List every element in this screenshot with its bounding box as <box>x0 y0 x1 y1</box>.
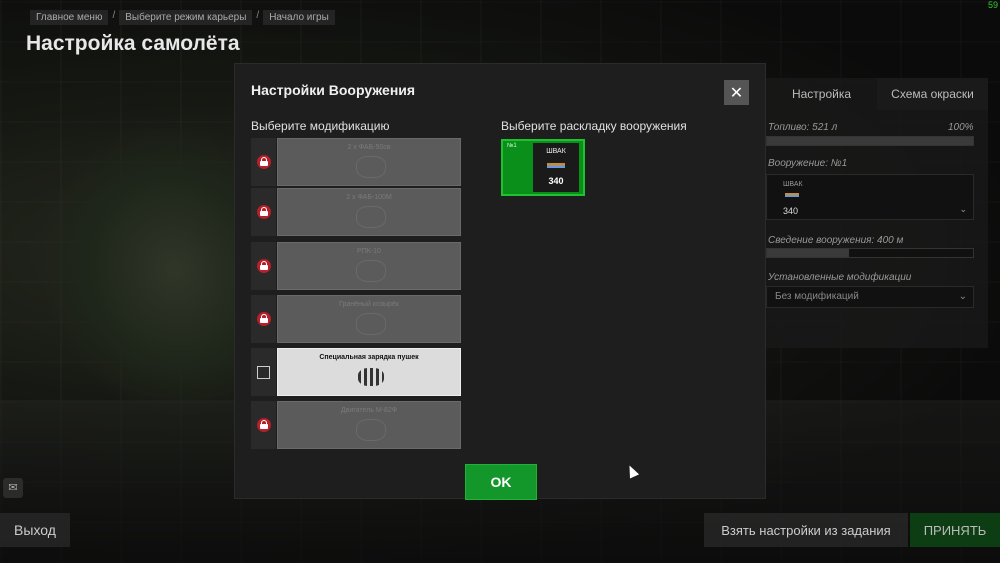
modification-card[interactable]: 2 х ФАБ-50св <box>277 138 461 186</box>
radio-compass-icon <box>356 260 386 282</box>
fuel-label: Топливо: 521 л <box>768 122 838 133</box>
accept-button[interactable]: ПРИНЯТЬ <box>910 513 1000 547</box>
lock-cell <box>251 188 276 236</box>
modification-item[interactable]: Специальная зарядка пушек <box>251 348 461 396</box>
modification-name: РПК-10 <box>357 248 381 255</box>
exit-button[interactable]: Выход <box>0 513 70 547</box>
lock-cell <box>251 401 276 449</box>
tab-settings[interactable]: Настройка <box>766 78 877 110</box>
ammo-belt-icon <box>785 193 799 197</box>
loadout-heading: Выберите раскладку вооружения <box>501 119 687 133</box>
armament-settings-dialog: Настройки Вооружения ✕ Выберите модифика… <box>234 63 766 500</box>
modification-item[interactable]: 2 х ФАБ-100М <box>251 188 461 236</box>
windscreen-icon <box>356 313 386 335</box>
modification-checkbox[interactable] <box>257 365 270 379</box>
chat-icon[interactable]: ✉ <box>3 478 23 498</box>
engine-icon <box>356 419 386 441</box>
modification-item[interactable]: Гранёный козырёк <box>251 295 461 343</box>
fuel-percent: 100% <box>948 122 974 133</box>
convergence-label: Сведение вооружения: 400 м <box>768 235 904 246</box>
breadcrumb-item-career-mode[interactable]: Выберите режим карьеры <box>119 10 253 25</box>
modification-card[interactable]: Специальная зарядка пушек <box>277 348 461 396</box>
fuel-slider-fill <box>767 137 973 145</box>
armament-gun-label: ШВАК <box>783 181 803 188</box>
lock-icon <box>256 418 271 432</box>
modification-item[interactable]: Двигатель М-82Ф <box>251 401 461 449</box>
armament-select[interactable]: ШВАК 340 ⌄ <box>766 174 974 220</box>
armament-label: Вооружение: №1 <box>768 158 848 169</box>
bomb-icon <box>356 206 386 228</box>
installed-mods-value: Без модификаций <box>775 291 859 302</box>
convergence-slider-fill <box>767 249 850 257</box>
modification-item[interactable]: 2 х ФАБ-50св <box>251 138 461 186</box>
modification-card[interactable]: Гранёный козырёк <box>277 295 461 343</box>
modification-card[interactable]: Двигатель М-82Ф <box>277 401 461 449</box>
breadcrumb-separator: / <box>256 10 260 21</box>
modifications-heading: Выберите модификацию <box>251 119 390 133</box>
lock-icon <box>256 259 271 273</box>
chevron-down-icon: ⌄ <box>959 204 967 214</box>
breadcrumb-separator: / <box>112 10 116 21</box>
ok-button[interactable]: OK <box>465 464 537 500</box>
modification-card[interactable]: РПК-10 <box>277 242 461 290</box>
checkbox-cell <box>251 348 276 396</box>
loadout-gun-name: ШВАК <box>546 148 566 155</box>
settings-tabs: Настройка Схема окраски <box>766 78 988 110</box>
lock-icon <box>256 155 271 169</box>
fuel-slider[interactable] <box>766 136 974 146</box>
lock-cell <box>251 242 276 290</box>
breadcrumb: Главное меню / Выберите режим карьеры / … <box>30 10 335 25</box>
breadcrumb-item-start-game[interactable]: Начало игры <box>263 10 335 25</box>
modification-name: Двигатель М-82Ф <box>340 407 398 414</box>
lock-cell <box>251 295 276 343</box>
page-title: Настройка самолёта <box>26 32 240 55</box>
lock-cell <box>251 138 276 186</box>
modification-name: 2 х ФАБ-100М <box>346 194 392 201</box>
lock-icon <box>256 205 271 219</box>
tab-paint-scheme[interactable]: Схема окраски <box>877 78 988 110</box>
installed-mods-label: Установленные модификации <box>768 272 912 283</box>
armament-count: 340 <box>783 206 799 216</box>
installed-mods-select[interactable]: Без модификаций ⌄ <box>766 286 974 308</box>
ammo-belt-icon <box>547 163 565 168</box>
dialog-title: Настройки Вооружения <box>251 82 416 98</box>
convergence-slider[interactable] <box>766 248 974 258</box>
modification-item[interactable]: РПК-10 <box>251 242 461 290</box>
breadcrumb-item-main-menu[interactable]: Главное меню <box>30 10 109 25</box>
take-mission-settings-button[interactable]: Взять настройки из задания <box>704 513 908 547</box>
loadout-card: ШВАК 340 <box>533 143 579 192</box>
cannon-ammo-icon <box>358 368 384 386</box>
lock-icon <box>256 312 271 326</box>
fps-counter: 59 <box>987 0 998 10</box>
loadout-option[interactable]: №1 ШВАК 340 <box>501 139 585 196</box>
modification-card[interactable]: 2 х ФАБ-100М <box>277 188 461 236</box>
loadout-index: №1 <box>507 143 517 149</box>
bomb-icon <box>356 156 386 178</box>
aircraft-settings-panel: Настройка Схема окраски Топливо: 521 л 1… <box>766 78 988 348</box>
modification-name: Специальная зарядка пушек <box>319 354 419 361</box>
chevron-down-icon: ⌄ <box>958 291 967 302</box>
close-button[interactable]: ✕ <box>724 80 749 105</box>
loadout-ammo-count: 340 <box>548 176 564 186</box>
modification-name: Гранёный козырёк <box>339 301 399 308</box>
modification-name: 2 х ФАБ-50св <box>347 144 391 151</box>
